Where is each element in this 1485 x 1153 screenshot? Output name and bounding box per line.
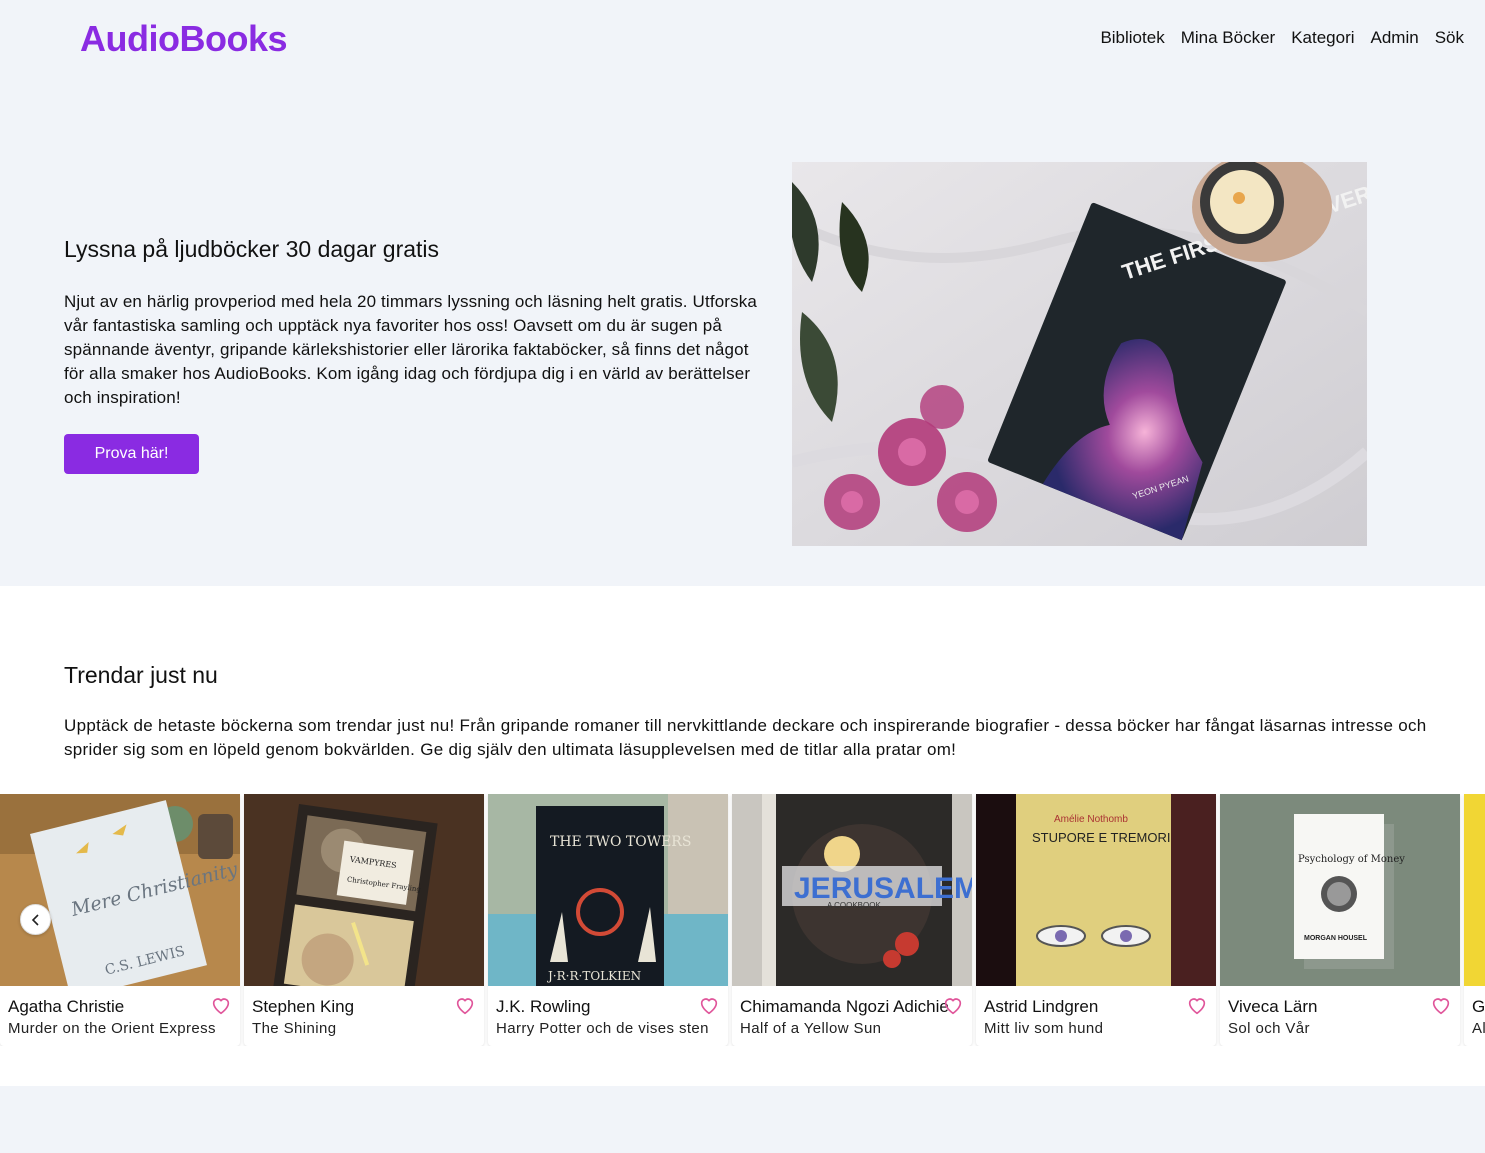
book-author: Agatha Christie — [8, 997, 125, 1016]
nav-admin[interactable]: Admin — [1371, 28, 1419, 48]
book-card[interactable]: Gl Al — [1464, 794, 1485, 1046]
book-cover: Psychology of Money MORGAN HOUSEL — [1220, 794, 1460, 986]
hero-text: Njut av en härlig provperiod med hela 20… — [64, 292, 758, 407]
book-card[interactable]: Mere Christianity C.S. LEWIS Agatha Chri… — [0, 794, 240, 1046]
cover-title-4: JERUSALEM — [794, 872, 972, 905]
trending-section: Trendar just nu Upptäck de hetaste böcke… — [0, 586, 1485, 1086]
favorite-heart-icon[interactable] — [1186, 994, 1208, 1016]
book-author: Viveca Lärn — [1228, 997, 1318, 1016]
favorite-heart-icon[interactable] — [698, 994, 720, 1016]
book-cover: Amélie Nothomb STUPORE E TREMORI — [976, 794, 1216, 986]
book-card[interactable]: THE TWO TOWERS J·R·R·TOLKIEN J.K. Rowlin… — [488, 794, 728, 1046]
carousel-prev-button[interactable] — [20, 904, 51, 935]
book-card[interactable]: Psychology of Money MORGAN HOUSEL Viveca… — [1220, 794, 1460, 1046]
cover-author-6: MORGAN HOUSEL — [1304, 935, 1368, 942]
logo[interactable]: AudioBooks — [80, 18, 288, 60]
cover-title-5: STUPORE E TREMORI — [1032, 830, 1170, 845]
hero-title: Lyssna på ljudböcker 30 dagar gratis — [64, 236, 440, 262]
book-title: Murder on the Orient Express — [8, 1020, 216, 1037]
book-cover: THE TWO TOWERS J·R·R·TOLKIEN — [488, 794, 728, 986]
favorite-heart-icon[interactable] — [454, 994, 476, 1016]
book-carousel: Mere Christianity C.S. LEWIS Agatha Chri… — [0, 794, 1485, 1046]
nav-bibliotek[interactable]: Bibliotek — [1100, 28, 1164, 48]
trending-title: Trendar just nu — [64, 662, 218, 688]
book-card[interactable]: JERUSALEM A COOKBOOK Chimamanda Ngozi Ad… — [732, 794, 972, 1046]
book-card[interactable]: VAMPYRES Christopher Frayling Stephen Ki… — [244, 794, 484, 1046]
book-author: Stephen King — [252, 997, 355, 1016]
book-cover — [1464, 794, 1485, 986]
book-author: Astrid Lindgren — [984, 997, 1099, 1016]
cover-title-6: Psychology of Money — [1298, 854, 1405, 865]
favorite-heart-icon[interactable] — [1430, 994, 1452, 1016]
nav-kategori[interactable]: Kategori — [1291, 28, 1354, 48]
favorite-heart-icon[interactable] — [942, 994, 964, 1016]
favorite-heart-icon[interactable] — [210, 994, 232, 1016]
chevron-left-icon — [31, 913, 39, 926]
book-title: Al — [1472, 1020, 1485, 1037]
cover-author-5: Amélie Nothomb — [1054, 814, 1128, 825]
try-here-button[interactable]: Prova här! — [64, 434, 199, 474]
trending-text: Upptäck de hetaste böckerna som trendar … — [64, 716, 1427, 759]
book-title: Mitt liv som hund — [984, 1020, 1104, 1037]
header: AudioBooks Bibliotek Mina Böcker Kategor… — [0, 0, 1485, 78]
book-cover: JERUSALEM A COOKBOOK — [732, 794, 972, 986]
cover-author-4: A COOKBOOK — [827, 901, 881, 910]
book-title: Sol och Vår — [1228, 1020, 1310, 1037]
book-title: Half of a Yellow Sun — [740, 1020, 882, 1037]
cover-title-3: THE TWO TOWERS — [550, 834, 691, 850]
book-author: J.K. Rowling — [496, 997, 591, 1016]
nav-mina-bocker[interactable]: Mina Böcker — [1181, 28, 1275, 48]
book-card[interactable]: Amélie Nothomb STUPORE E TREMORI Astrid … — [976, 794, 1216, 1046]
book-author: Chimamanda Ngozi Adichie — [740, 997, 949, 1016]
nav-sok[interactable]: Sök — [1435, 28, 1464, 48]
book-author: Gl — [1472, 997, 1485, 1016]
hero-image: THE FIRST NEW UNIVERSE YEON PYEAN — [792, 162, 1367, 546]
book-title: The Shining — [252, 1020, 337, 1037]
book-title: Harry Potter och de vises sten — [496, 1020, 709, 1037]
book-cover: VAMPYRES Christopher Frayling — [244, 794, 484, 986]
cover-author-3: J·R·R·TOLKIEN — [546, 969, 641, 983]
main-nav: Bibliotek Mina Böcker Kategori Admin Sök — [1100, 28, 1464, 48]
book-cover: Mere Christianity C.S. LEWIS — [0, 794, 240, 986]
